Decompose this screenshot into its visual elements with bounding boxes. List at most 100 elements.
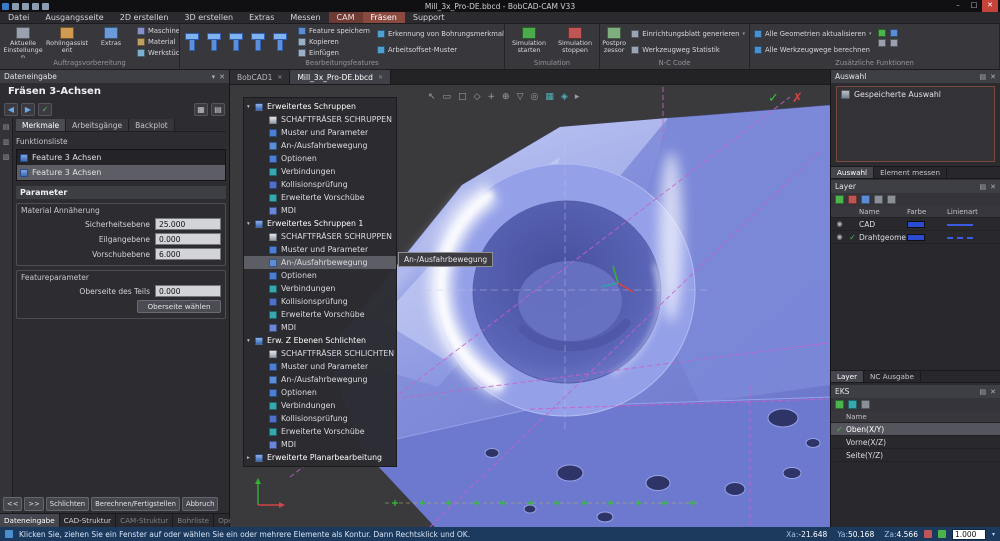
bottom-tab[interactable]: Bohrliste [173,514,214,527]
tree-item[interactable]: Verbindungen [244,399,396,412]
bottom-tab[interactable]: CAM-Struktur [116,514,173,527]
vorschubebene-input[interactable] [155,248,221,260]
oberseite-waehlen-button[interactable]: Oberseite wählen [137,300,221,313]
mill-turn-feature-icon[interactable] [270,26,290,56]
tree-item[interactable]: Muster und Parameter [244,243,396,256]
save-settings-icon[interactable]: ▤ [211,103,225,116]
tree-item[interactable]: SCHAFTFRÄSER SCHRUPPEN [244,230,396,243]
redo-icon[interactable] [32,3,39,10]
layer-visible-icon[interactable]: ◉ [833,233,846,241]
undo-icon[interactable] [22,3,29,10]
dock-tab-icon-1[interactable]: ▤ [3,123,10,131]
sidebar-tab[interactable]: NC Ausgabe [864,371,921,382]
function-list-item[interactable]: Feature 3 Achsen [17,150,225,165]
confirm-selection-icon[interactable]: ✓ [768,91,779,106]
close-tab-icon[interactable]: ✕ [378,74,383,81]
prev-page-button[interactable]: << [3,497,22,511]
tree-item[interactable]: Muster und Parameter [244,360,396,373]
postprozessor-button[interactable]: Postprozessor [602,26,626,58]
saved-selection-item[interactable]: Gespeicherte Auswahl [837,87,994,102]
aktuelle-einstellungen-button[interactable]: Aktuelle Einstellungen [2,26,44,58]
document-tab[interactable]: BobCAD1 ✕ [230,70,290,84]
pan-icon[interactable]: + [488,92,496,102]
einfuegen-button[interactable]: Einfügen [296,48,372,58]
select-pointer-icon[interactable]: ↖ [428,92,436,102]
options-icon[interactable] [890,39,898,47]
tree-expander-icon[interactable]: ▸ [247,455,255,461]
snap-mode-icon[interactable] [924,530,932,538]
minimize-button[interactable]: – [950,0,966,12]
apply-icon[interactable]: ✓ [38,103,52,116]
menu-tab[interactable]: Messen [282,12,328,23]
werkzeugweg-statistik-button[interactable]: Werkzeugweg Statistik [629,42,747,57]
extras-button[interactable]: Extras [90,26,132,58]
kopieren-button[interactable]: Kopieren [296,37,372,47]
dock-tab-icon-2[interactable]: ▥ [3,138,10,146]
eks-add-icon[interactable] [835,400,844,409]
tree-item[interactable]: MDI [244,321,396,334]
shade-mode-icon[interactable]: ▦ [545,92,554,102]
report-icon[interactable] [878,39,886,47]
close-button[interactable]: ✕ [982,0,998,12]
eks-row[interactable]: ✓ Oben(X/Y) [831,423,1000,436]
tree-item[interactable]: SCHAFTFRÄSER SCHRUPPEN [244,113,396,126]
multiaxis-feature-icon[interactable] [248,26,268,56]
tree-expander-icon[interactable]: ▾ [247,221,255,227]
arbeitsoffset-muster-button[interactable]: Arbeitsoffset-Muster [375,42,505,57]
layer-options-icon[interactable] [887,195,896,204]
menu-tab[interactable]: Ausgangsseite [37,12,111,23]
eilgangebene-input[interactable] [155,233,221,245]
tree-item[interactable]: Verbindungen [244,282,396,295]
app-icon[interactable] [2,3,9,10]
layer-color-swatch[interactable] [907,221,925,228]
eks-row[interactable]: ✓ Vorne(X/Z) [831,436,1000,449]
panel-close-icon[interactable]: ✕ [219,73,225,81]
layer-color-swatch[interactable] [907,234,925,241]
tree-item[interactable]: Kollisionsprüfung [244,295,396,308]
tree-item[interactable]: An-/Ausfahrbewegung [244,139,396,152]
tree-item[interactable]: ▾ Erweitertes Schruppen 1 [244,217,396,230]
customize-quick-access-icon[interactable] [42,3,49,10]
add-layer-icon[interactable] [835,195,844,204]
menu-tab[interactable]: 3D erstellen [176,12,241,23]
rohlingassistent-button[interactable]: Rohlingassistent [46,26,88,58]
panel-close-icon[interactable]: ✕ [990,73,996,81]
rotate-view-icon[interactable]: ⊕ [502,92,510,102]
alle-werkzeugwege-button[interactable]: Alle Werkzeugwege berechnen [752,42,875,57]
document-tab[interactable]: Mill_3x_Pro-DE.bbcd ✕ [290,70,391,84]
bottom-tab[interactable]: CAD-Struktur [60,514,116,527]
close-tab-icon[interactable]: ✕ [277,74,282,81]
delete-layer-icon[interactable] [848,195,857,204]
view-top-icon[interactable]: ▽ [517,92,524,102]
einrichtungsblatt-button[interactable]: Einrichtungsblatt generieren ▾ [629,26,747,41]
layer-visible-icon[interactable]: ◉ [833,220,846,228]
simulation-starten-button[interactable]: Simulation starten [507,26,551,58]
tree-item[interactable]: Verbindungen [244,165,396,178]
menu-tab[interactable]: 2D erstellen [112,12,177,23]
dock-tab-icon-3[interactable]: ▧ [3,153,10,161]
sidebar-tab[interactable]: Layer [831,371,864,382]
visibility-icon[interactable]: ▸ [575,92,580,102]
werkstueck-button[interactable]: Werkstück [135,48,180,58]
oberseite-input[interactable] [155,285,221,297]
eks-edit-icon[interactable] [848,400,857,409]
sicherheitsebene-input[interactable] [155,218,221,230]
menu-tab[interactable]: Datei [0,12,37,23]
sidebar-tab[interactable]: Element messen [874,167,947,178]
tree-item[interactable]: Erweiterte Vorschübe [244,191,396,204]
wizard-tab[interactable]: Backplot [129,119,175,131]
maschine-button[interactable]: Maschine ▾ [135,26,180,36]
panel-menu-icon[interactable]: ▤ [980,388,987,396]
maximize-button[interactable]: □ [966,0,982,12]
view-iso-icon[interactable]: ◎ [531,92,539,102]
layer-color-icon[interactable] [861,195,870,204]
material-button[interactable]: Material [135,37,180,47]
layer-up-icon[interactable] [874,195,883,204]
berechnen-fertigstellen-button[interactable]: Berechnen/Fertigstellen [91,497,180,511]
layer-linetype[interactable] [947,224,973,226]
wizard-tab[interactable]: Merkmale [16,119,66,131]
panel-close-icon[interactable]: ✕ [990,183,996,191]
tree-item[interactable]: Kollisionsprüfung [244,178,396,191]
tree-item[interactable]: Optionen [244,386,396,399]
alle-geometrien-button[interactable]: Alle Geometrien aktualisieren ▾ [752,26,875,41]
